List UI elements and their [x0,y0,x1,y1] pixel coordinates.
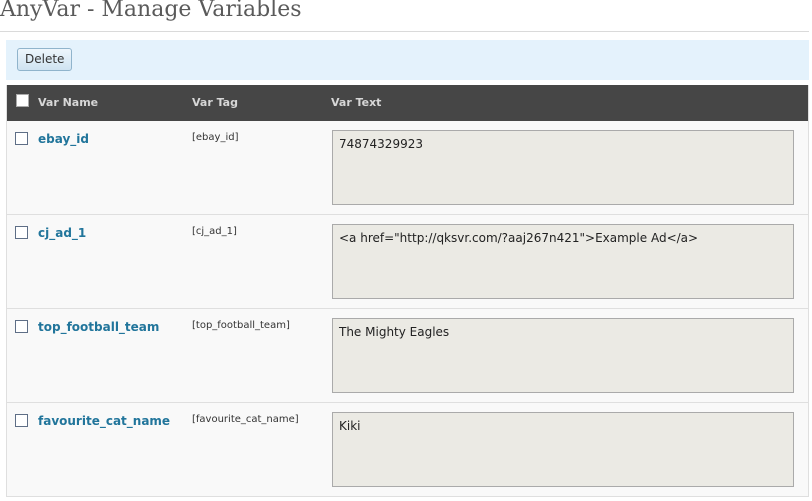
var-text-field[interactable]: Kiki [332,412,794,487]
column-header-var-tag: Var Tag [192,96,238,109]
var-text-field[interactable]: The Mighty Eagles [332,318,794,393]
var-text-field[interactable]: <a href="http://qksvr.com/?aaj267n421">E… [332,224,794,299]
column-header-var-text: Var Text [331,96,382,109]
row-checkbox[interactable] [15,320,28,333]
table-row: top_football_team [top_football_team] Th… [7,309,808,403]
var-tag: [top_football_team] [192,320,290,331]
var-tag: [ebay_id] [192,132,239,143]
row-checkbox[interactable] [15,414,28,427]
variables-table: Var Name Var Tag Var Text ebay_id [ebay_… [6,85,809,497]
table-row: cj_ad_1 [cj_ad_1] <a href="http://qksvr.… [7,215,808,309]
var-name-link[interactable]: ebay_id [38,132,89,146]
var-name-link[interactable]: favourite_cat_name [38,414,170,428]
table-row: ebay_id [ebay_id] 74874329923 [7,121,808,215]
var-name-link[interactable]: top_football_team [38,320,159,334]
var-name-link[interactable]: cj_ad_1 [38,226,86,240]
manage-variables-page: AnyVar - Manage Variables Delete Var Nam… [0,0,812,501]
delete-button[interactable]: Delete [17,48,73,71]
row-checkbox[interactable] [15,132,28,145]
page-title: AnyVar - Manage Variables [0,0,302,22]
table-header: Var Name Var Tag Var Text [7,85,808,121]
title-divider [0,31,809,32]
var-tag: [cj_ad_1] [192,226,237,237]
action-bar: Delete [6,40,809,80]
table-row: favourite_cat_name [favourite_cat_name] … [7,403,808,497]
row-checkbox[interactable] [15,226,28,239]
var-tag: [favourite_cat_name] [192,414,299,425]
column-header-var-name: Var Name [38,96,99,109]
select-all-checkbox[interactable] [16,94,29,107]
var-text-field[interactable]: 74874329923 [332,130,794,205]
